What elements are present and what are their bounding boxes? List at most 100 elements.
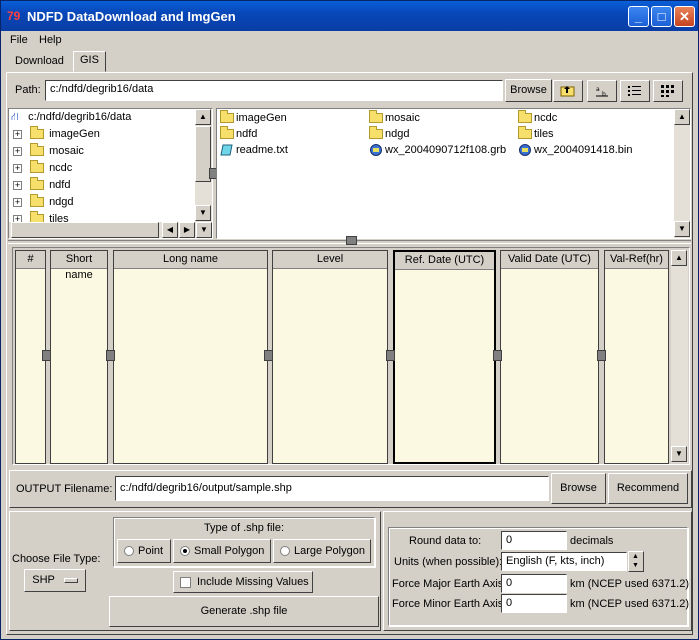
folder-icon (220, 110, 234, 124)
list-view-icon[interactable] (620, 80, 650, 102)
output-filename-input[interactable]: c:/ndfd/degrib16/output/sample.shp (115, 476, 549, 501)
expand-icon[interactable]: + (13, 129, 22, 139)
units-input[interactable]: English (F, kts, inch) (501, 552, 627, 571)
table-vertical-scrollbar[interactable]: ▲ ▼ (671, 250, 688, 463)
main-window: 79 NDFD DataDownload and ImgGen _ □ ✕ Fi… (0, 0, 699, 640)
units-label: Units (when possible): (394, 556, 503, 568)
column-resize-handle[interactable] (597, 350, 606, 361)
column-header[interactable]: Long name (114, 251, 267, 269)
column-ref-date[interactable]: Ref. Date (UTC) (393, 250, 496, 464)
title-bar[interactable]: 79 NDFD DataDownload and ImgGen _ □ ✕ (1, 1, 698, 31)
round-input[interactable]: 0 (501, 531, 567, 550)
column-resize-handle[interactable] (493, 350, 502, 361)
column-val-ref[interactable]: Val-Ref(hr) (604, 250, 669, 464)
column-header[interactable]: Val-Ref(hr) (605, 251, 668, 269)
column-header[interactable]: Short name (51, 251, 107, 281)
folder-icon (518, 110, 532, 124)
tab-gis[interactable]: GIS (73, 51, 106, 72)
tab-download[interactable]: Download (9, 53, 70, 71)
include-missing-checkbox[interactable]: Include Missing Values (173, 571, 313, 593)
folder-icon (369, 126, 383, 140)
column-level[interactable]: Level (272, 250, 388, 464)
column-long-name[interactable]: Long name (113, 250, 268, 464)
file-item[interactable]: ndfd (220, 126, 257, 140)
folder-icon (518, 126, 532, 140)
tree-item[interactable]: + ncdc (13, 160, 72, 174)
menu-help[interactable]: Help (39, 34, 62, 46)
file-item[interactable]: readme.txt (220, 144, 288, 156)
expand-icon[interactable]: + (13, 146, 22, 156)
generate-shp-button[interactable]: Generate .shp file (109, 596, 379, 627)
column-resize-handle[interactable] (42, 350, 51, 361)
details-view-icon[interactable] (653, 80, 683, 102)
checkbox-icon (180, 576, 191, 588)
recommend-button[interactable]: Recommend (608, 473, 688, 504)
tree-item-label: ndfd (49, 179, 71, 191)
shp-type-options: Point Small Polygon Large Polygon (115, 538, 373, 564)
file-item[interactable]: tiles (518, 126, 554, 140)
file-item[interactable]: imageGen (220, 110, 287, 124)
minor-axis-input[interactable]: 0 (501, 594, 567, 613)
data-file-icon (369, 144, 383, 157)
splitter-handle[interactable] (346, 236, 357, 245)
directory-tree[interactable]: ⛙ c:/ndfd/degrib16/data + imageGen + mos… (8, 108, 213, 239)
column-valid-date[interactable]: Valid Date (UTC) (500, 250, 599, 464)
spin-down-icon[interactable]: ▼ (632, 562, 639, 569)
tree-horizontal-scrollbar[interactable]: ◀ ▶ ▼ (9, 222, 212, 238)
up-folder-icon[interactable] (553, 80, 583, 102)
file-name: wx_2004091418.bin (534, 144, 633, 156)
tree-root[interactable]: ⛙ c:/ndfd/degrib16/data (11, 111, 131, 125)
column-resize-handle[interactable] (264, 350, 273, 361)
sort-icon[interactable]: ab (587, 80, 617, 102)
file-item[interactable]: ncdc (518, 110, 557, 124)
path-input[interactable]: c:/ndfd/degrib16/data (45, 80, 503, 101)
scroll-right-icon[interactable]: ▶ (179, 222, 195, 238)
scroll-down-icon[interactable]: ▼ (671, 446, 687, 462)
tree-item-label: mosaic (49, 145, 84, 157)
column-header[interactable]: Level (273, 251, 387, 269)
column-header[interactable]: # (16, 251, 45, 269)
expand-icon[interactable]: + (13, 197, 22, 207)
radio-large-polygon[interactable]: Large Polygon (273, 539, 371, 563)
file-item[interactable]: wx_2004090712f108.grb (369, 144, 506, 157)
tree-item[interactable]: + ndfd (13, 177, 71, 191)
file-type-select[interactable]: SHP (24, 569, 86, 592)
menu-file[interactable]: File (10, 34, 28, 46)
scroll-down-icon[interactable]: ▼ (674, 221, 690, 237)
scroll-up-icon[interactable]: ▲ (671, 250, 687, 266)
output-browse-button[interactable]: Browse (551, 473, 606, 504)
expand-icon[interactable]: + (13, 163, 22, 173)
column-resize-handle[interactable] (386, 350, 395, 361)
tree-vertical-scrollbar[interactable]: ▲ ▼ (195, 109, 212, 222)
column-short-name[interactable]: Short name (50, 250, 108, 464)
tree-item[interactable]: + mosaic (13, 143, 84, 157)
path-browse-button[interactable]: Browse (505, 79, 552, 102)
maximize-button[interactable]: □ (651, 6, 672, 27)
file-list[interactable]: imageGen mosaic ncdc ndfd ndgd tiles rea… (216, 108, 691, 239)
scroll-up-icon[interactable]: ▲ (674, 109, 690, 125)
radio-small-polygon[interactable]: Small Polygon (173, 539, 271, 563)
column-header[interactable]: Valid Date (UTC) (501, 251, 598, 269)
scroll-up-icon[interactable]: ▲ (195, 109, 211, 125)
column-header[interactable]: Ref. Date (UTC) (395, 252, 494, 270)
files-vertical-scrollbar[interactable]: ▲ ▼ (674, 109, 690, 238)
file-item[interactable]: wx_2004091418.bin (518, 144, 633, 157)
scroll-thumb[interactable] (11, 222, 159, 238)
tree-item[interactable]: + ndgd (13, 194, 74, 208)
units-spinner[interactable]: ▲ ▼ (628, 551, 644, 572)
column-resize-handle[interactable] (106, 350, 115, 361)
scroll-left-icon[interactable]: ◀ (162, 222, 178, 238)
file-item[interactable]: ndgd (369, 126, 409, 140)
close-button[interactable]: ✕ (674, 6, 695, 27)
major-axis-input[interactable]: 0 (501, 574, 567, 593)
spin-up-icon[interactable]: ▲ (632, 553, 639, 560)
radio-point[interactable]: Point (117, 539, 171, 563)
expand-icon[interactable]: + (13, 180, 22, 190)
minimize-button[interactable]: _ (628, 6, 649, 27)
tree-item[interactable]: + imageGen (13, 126, 100, 140)
folder-icon (30, 177, 44, 191)
scroll-down-icon[interactable]: ▼ (196, 222, 212, 238)
radio-label: Point (138, 545, 164, 557)
scroll-down-icon[interactable]: ▼ (195, 205, 211, 221)
file-item[interactable]: mosaic (369, 110, 420, 124)
